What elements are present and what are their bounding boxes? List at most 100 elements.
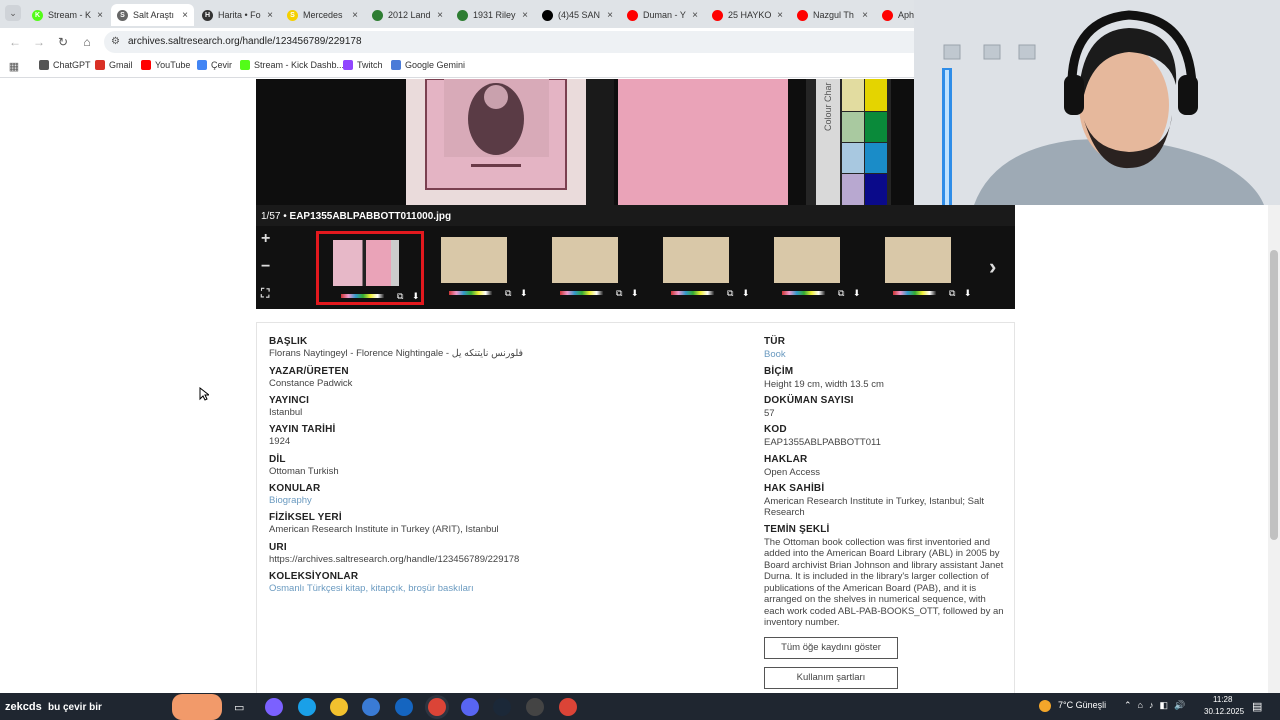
- forward-icon[interactable]: →: [31, 34, 47, 50]
- colour-chart-label: Colour Char: [823, 82, 833, 131]
- open-external-icon[interactable]: ⧉: [727, 288, 733, 299]
- next-arrow-icon[interactable]: ›: [989, 254, 996, 280]
- browser-tab[interactable]: S Mercedes ×: [281, 4, 364, 26]
- download-icon[interactable]: ⬇: [853, 288, 861, 299]
- chrome-profile-icon[interactable]: [559, 698, 577, 716]
- metadata-link[interactable]: Biography: [269, 495, 739, 506]
- metadata-field: KONULAR Biography: [269, 483, 739, 506]
- tab-close-icon[interactable]: ×: [777, 10, 783, 21]
- browser-tab[interactable]: Duman - Y ×: [621, 4, 704, 26]
- open-external-icon[interactable]: ⧉: [616, 288, 622, 299]
- tab-title: Salt Araştı: [133, 10, 175, 20]
- clock-date[interactable]: 30.12.2025: [1204, 707, 1244, 716]
- system-tray-icons[interactable]: ⌃⌂♪◧🔊: [1124, 700, 1191, 711]
- bookmark-item[interactable]: Google Gemini: [391, 60, 465, 70]
- bookmark-item[interactable]: Stream - Kick Dashb...: [240, 60, 344, 70]
- taskbar-search-text[interactable]: bu çevir bir: [48, 702, 102, 713]
- browser-tab[interactable]: 1931 Riley ×: [451, 4, 534, 26]
- tab-title: Harita • Fo: [218, 10, 261, 20]
- thumbnail[interactable]: ⧉ ⬇: [538, 231, 646, 305]
- main-image[interactable]: Colour Char: [256, 79, 1015, 205]
- discord-icon[interactable]: [461, 698, 479, 716]
- download-icon[interactable]: ⬇: [631, 288, 639, 299]
- tab-close-icon[interactable]: ×: [352, 10, 358, 21]
- metadata-link[interactable]: Osmanlı Türkçesi kitap, kitapçık, broşür…: [269, 583, 739, 594]
- thumbnail[interactable]: ⧉ ⬇: [316, 231, 424, 305]
- download-icon[interactable]: ⬇: [742, 288, 750, 299]
- terms-of-use-button[interactable]: Kullanım şartları: [764, 667, 898, 689]
- metadata-label: TEMİN ŞEKLİ: [764, 524, 830, 535]
- weather-icon: [1039, 700, 1051, 712]
- bookmark-icon: [343, 60, 353, 70]
- browser-tab[interactable]: Nazgul Th ×: [791, 4, 874, 26]
- weather-text[interactable]: 7°C Güneşli: [1058, 700, 1106, 710]
- open-external-icon[interactable]: ⧉: [397, 291, 403, 302]
- browser-tab[interactable]: (4)45 SAN ×: [536, 4, 619, 26]
- bookmark-item[interactable]: Çevir: [197, 60, 232, 70]
- metadata-label: TÜR: [764, 336, 786, 347]
- tab-close-icon[interactable]: ×: [97, 10, 103, 21]
- tab-close-icon[interactable]: ×: [267, 10, 273, 21]
- reload-icon[interactable]: ↻: [55, 34, 71, 50]
- steam-icon[interactable]: [493, 698, 511, 716]
- tab-favicon-icon: H: [202, 9, 213, 21]
- apps-icon[interactable]: ▦: [6, 59, 22, 75]
- site-info-icon[interactable]: ⚙: [111, 36, 120, 47]
- tab-favicon-icon: S: [287, 9, 298, 21]
- bookmark-item[interactable]: Gmail: [95, 60, 133, 70]
- tab-search-icon[interactable]: ⌄: [5, 5, 21, 21]
- open-external-icon[interactable]: ⧉: [949, 288, 955, 299]
- tab-title: Nazgul Th: [813, 10, 854, 20]
- back-icon[interactable]: ←: [7, 34, 23, 50]
- metadata-value: Istanbul: [269, 407, 303, 418]
- metadata-value: 1924: [269, 436, 291, 447]
- file-explorer-icon[interactable]: [330, 698, 348, 716]
- tab-favicon-icon: [712, 9, 723, 21]
- url-text[interactable]: archives.saltresearch.org/handle/1234567…: [128, 36, 362, 47]
- thumbnail[interactable]: ⧉ ⬇: [871, 231, 979, 305]
- browser-tab[interactable]: 2012 Land ×: [366, 4, 449, 26]
- tab-close-icon[interactable]: ×: [607, 10, 613, 21]
- bookmark-item[interactable]: ChatGPT: [39, 60, 91, 70]
- tab-close-icon[interactable]: ×: [862, 10, 868, 21]
- outlook-icon[interactable]: [395, 698, 413, 716]
- tab-close-icon[interactable]: ×: [437, 10, 443, 21]
- task-view-icon[interactable]: ▭: [234, 701, 244, 714]
- bookmark-item[interactable]: YouTube: [141, 60, 190, 70]
- tab-close-icon[interactable]: ×: [522, 10, 528, 21]
- store-icon[interactable]: [362, 698, 380, 716]
- thumbnail[interactable]: ⧉ ⬇: [649, 231, 757, 305]
- clock-time[interactable]: 11:28: [1213, 695, 1232, 704]
- thumbnail[interactable]: ⧉ ⬇: [427, 231, 535, 305]
- tab-favicon-icon: [457, 9, 468, 21]
- zoom-in-icon[interactable]: +: [261, 230, 270, 248]
- metadata-link[interactable]: Book: [764, 349, 1004, 361]
- notification-icon[interactable]: ▤: [1252, 700, 1262, 713]
- zoom-out-icon[interactable]: −: [261, 258, 270, 276]
- open-external-icon[interactable]: ⧉: [505, 288, 511, 299]
- thumbnail[interactable]: ⧉ ⬇: [760, 231, 868, 305]
- browser-tab[interactable]: 25 HAYKO ×: [706, 4, 789, 26]
- scrollbar-thumb[interactable]: [1270, 250, 1278, 540]
- bookmark-item[interactable]: Twitch: [343, 60, 383, 70]
- browser-tab[interactable]: H Harita • Fo ×: [196, 4, 279, 26]
- tab-title: Duman - Y: [643, 10, 686, 20]
- obs-icon[interactable]: [526, 698, 544, 716]
- fullscreen-icon[interactable]: ⛶: [261, 286, 269, 301]
- download-icon[interactable]: ⬇: [520, 288, 528, 299]
- bookmark-label: ChatGPT: [53, 60, 91, 70]
- chrome-icon[interactable]: [428, 698, 446, 716]
- download-icon[interactable]: ⬇: [964, 288, 972, 299]
- home-icon[interactable]: ⌂: [79, 34, 95, 50]
- copilot-icon[interactable]: [265, 698, 283, 716]
- download-icon[interactable]: ⬇: [412, 291, 420, 302]
- tab-close-icon[interactable]: ×: [692, 10, 698, 21]
- open-external-icon[interactable]: ⧉: [838, 288, 844, 299]
- browser-tab[interactable]: S Salt Araştı ×: [111, 4, 194, 26]
- metadata-label: KOD: [764, 424, 787, 435]
- edge-icon[interactable]: [298, 698, 316, 716]
- browser-tab[interactable]: K Stream - K ×: [26, 4, 109, 26]
- thumbnail-page-image: [885, 237, 951, 283]
- tab-close-icon[interactable]: ×: [182, 10, 188, 21]
- show-full-record-button[interactable]: Tüm öğe kaydını göster: [764, 637, 898, 659]
